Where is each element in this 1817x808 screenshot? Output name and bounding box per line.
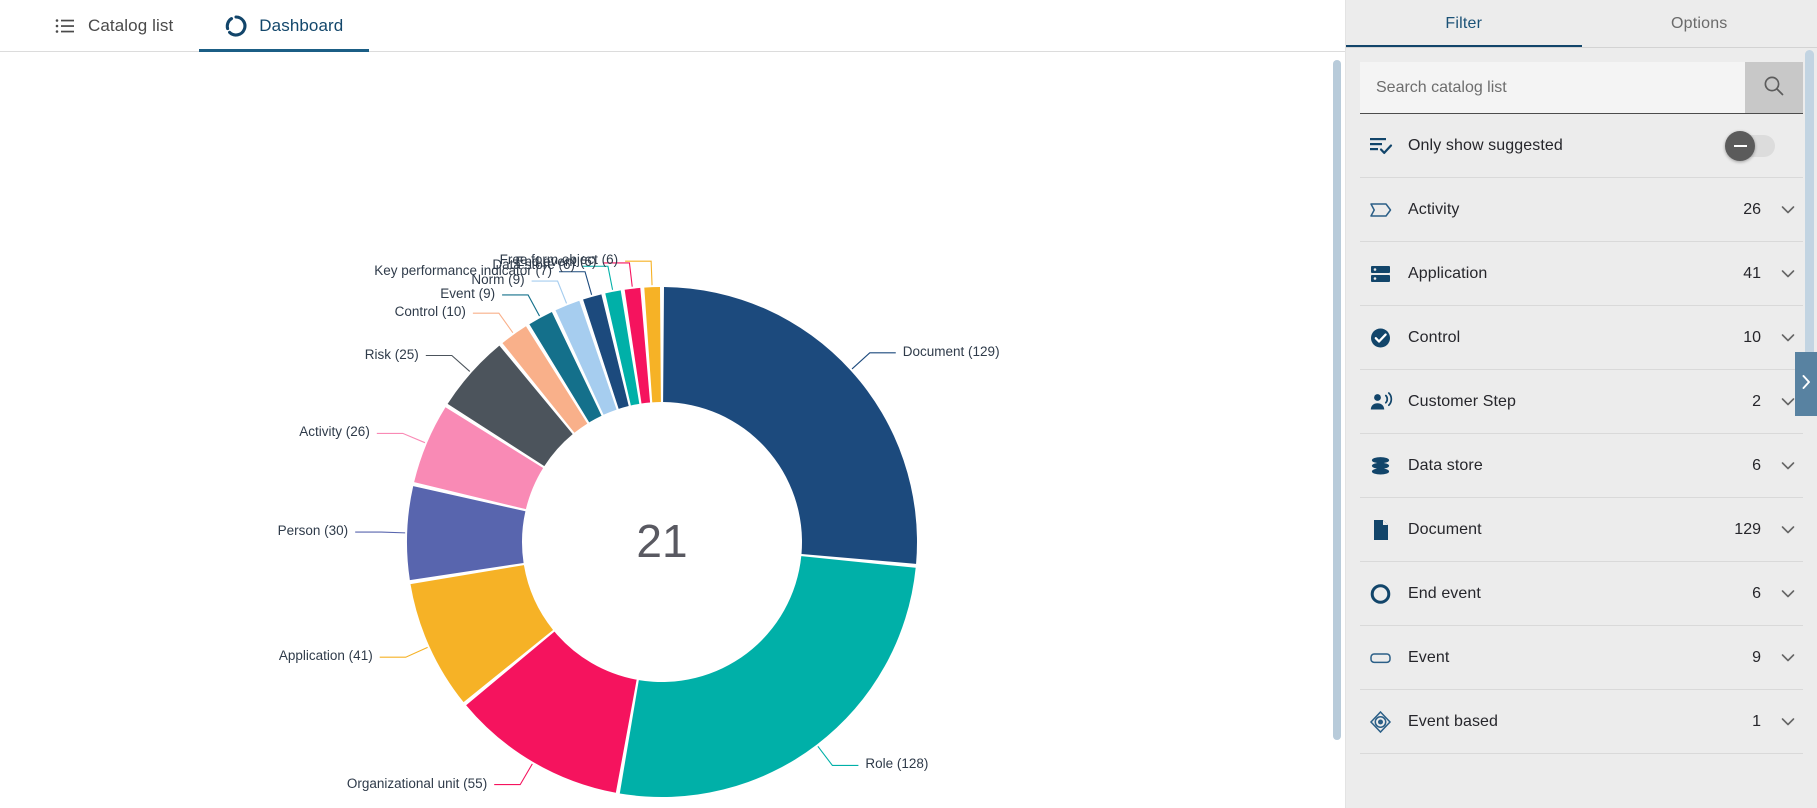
filter-count: 6	[1752, 456, 1761, 474]
chevron-down-icon[interactable]	[1777, 585, 1799, 603]
right-panel: Filter Options Search catalog list Only …	[1345, 0, 1817, 808]
chevron-down-icon[interactable]	[1777, 329, 1799, 347]
donut-leader-line	[559, 271, 593, 295]
filter-count: 2	[1752, 392, 1761, 410]
filter-count: 9	[1752, 648, 1761, 666]
chevron-down-icon[interactable]	[1777, 265, 1799, 283]
donut-leader-line	[494, 763, 533, 786]
donut-slice-label: Free form object (6)	[499, 252, 619, 268]
donut-slice-label: Event (9)	[440, 285, 496, 301]
filter-label: Control	[1408, 328, 1461, 346]
filter-label: Event	[1408, 648, 1450, 666]
filter-row-event-based[interactable]: Event based 1	[1360, 690, 1803, 754]
chevron-right-icon	[1799, 373, 1813, 396]
tab-dashboard[interactable]: Dashboard	[199, 0, 370, 52]
filter-count: 26	[1743, 200, 1761, 218]
donut-leader-line	[502, 294, 541, 317]
donut-leader-line	[472, 312, 514, 334]
filter-row-customer-step[interactable]: Customer Step 2	[1360, 370, 1803, 434]
list-icon	[54, 15, 76, 37]
activity-arrow-icon	[1364, 197, 1408, 223]
filter-label: Activity	[1408, 200, 1460, 218]
left-tabbar: Catalog list Dashboard	[0, 0, 1345, 52]
panel-collapse-handle[interactable]	[1795, 352, 1817, 416]
tab-catalog-list[interactable]: Catalog list	[28, 0, 199, 51]
donut-slice-label: Person (30)	[277, 523, 349, 539]
donut-slice-label: Document (129)	[902, 343, 1000, 359]
donut-slice-label: Application (41)	[278, 648, 373, 664]
tab-dashboard-label: Dashboard	[259, 15, 344, 35]
filter-count: 6	[1752, 584, 1761, 602]
application-server-icon	[1364, 261, 1408, 287]
filter-count: 41	[1743, 264, 1761, 282]
donut-slice[interactable]	[663, 287, 917, 564]
tab-options[interactable]: Options	[1582, 0, 1817, 48]
chart-vertical-scrollbar[interactable]	[1333, 60, 1341, 740]
minus-icon	[1733, 144, 1747, 147]
filter-count: 1	[1752, 712, 1761, 730]
donut-slice-label: Activity (26)	[299, 424, 370, 440]
customer-step-person-icon	[1364, 389, 1408, 415]
filter-label: Customer Step	[1408, 392, 1517, 410]
donut-center-value: 21	[636, 515, 687, 567]
filter-label: Data store	[1408, 456, 1483, 474]
control-check-circle-icon	[1364, 325, 1408, 351]
filter-label: End event	[1408, 584, 1481, 602]
donut-icon	[225, 14, 247, 37]
filter-row-document[interactable]: Document 129	[1360, 498, 1803, 562]
only-show-suggested-toggle[interactable]	[1725, 130, 1775, 161]
chevron-down-icon[interactable]	[1777, 201, 1799, 219]
filter-panel-scrollbar[interactable]	[1805, 50, 1814, 390]
filter-row-end-event[interactable]: End event 6	[1360, 562, 1803, 626]
end-event-circle-icon	[1364, 581, 1408, 607]
filter-row-application[interactable]: Application 41	[1360, 242, 1803, 306]
filter-label: Application	[1408, 264, 1488, 282]
donut-slice-label: Role (128)	[865, 756, 929, 772]
filter-row-activity[interactable]: Activity 26	[1360, 178, 1803, 242]
chevron-down-icon[interactable]	[1777, 457, 1799, 475]
donut-leader-line	[531, 280, 568, 304]
filter-row-event[interactable]: Event 9	[1360, 626, 1803, 690]
donut-leader-line	[425, 354, 471, 372]
tab-filter-label: Filter	[1445, 15, 1483, 32]
document-page-icon	[1364, 517, 1408, 543]
right-panel-tabs: Filter Options	[1346, 0, 1817, 48]
donut-leader-line	[851, 352, 896, 370]
donut-slice-label: Risk (25)	[364, 346, 419, 362]
filter-count: 10	[1743, 328, 1761, 346]
chevron-down-icon[interactable]	[1777, 713, 1799, 731]
tab-filter[interactable]: Filter	[1346, 0, 1582, 48]
app-root: Catalog list Dashboard 21 Document (129)…	[0, 0, 1817, 808]
data-store-cylinder-icon	[1364, 453, 1408, 479]
donut-leader-line	[376, 432, 426, 444]
filter-label: Document	[1408, 520, 1482, 538]
filter-row-data-store[interactable]: Data store 6	[1360, 434, 1803, 498]
tab-options-label: Options	[1670, 15, 1728, 32]
only-show-suggested-label: Only show suggested	[1408, 136, 1563, 154]
filter-label: Event based	[1408, 712, 1499, 730]
filter-count: 129	[1734, 520, 1761, 538]
search-button[interactable]	[1745, 62, 1803, 113]
donut-leader-line	[817, 746, 859, 766]
chevron-down-icon[interactable]	[1777, 521, 1799, 539]
chevron-down-icon[interactable]	[1777, 649, 1799, 667]
filter-row-only-show-suggested[interactable]: Only show suggested	[1360, 114, 1803, 178]
left-pane: Catalog list Dashboard 21 Document (129)…	[0, 0, 1345, 808]
event-based-diamond-icon	[1364, 709, 1408, 735]
chart-area: 21 Document (129) Role (128) Organizationa…	[0, 52, 1345, 808]
search-input[interactable]	[1360, 62, 1745, 113]
search-row	[1360, 62, 1803, 114]
event-rounded-rect-icon	[1364, 645, 1408, 671]
filter-check-icon	[1364, 133, 1408, 159]
search-zone	[1346, 48, 1817, 114]
tab-catalog-list-label: Catalog list	[88, 15, 174, 35]
search-icon	[1762, 74, 1786, 101]
toggle-knob	[1725, 130, 1755, 161]
donut-slice-label: Control (10)	[394, 304, 466, 320]
donut-slice-label: Organizational unit (55)	[346, 775, 488, 791]
donut-leader-line	[379, 646, 428, 658]
filter-row-control[interactable]: Control 10	[1360, 306, 1803, 370]
filter-list: Only show suggested Activity 26 Applicat…	[1346, 114, 1817, 808]
donut-leader-line	[355, 531, 406, 534]
